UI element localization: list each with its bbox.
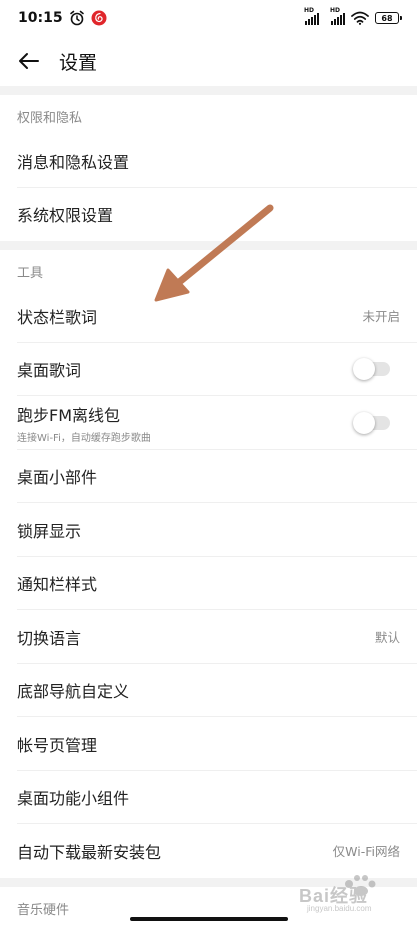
row-value: 仅Wi-Fi网络 <box>332 844 400 860</box>
status-left: 10:15 <box>18 10 107 26</box>
cellular-signal-icon-2: HD <box>330 7 345 25</box>
row-message-privacy-settings[interactable]: 消息和隐私设置 <box>0 134 417 188</box>
status-bar: 10:15 HD HD 68 <box>0 0 417 36</box>
toggle-knob <box>353 411 375 434</box>
row-label: 自动下载最新安装包 <box>17 842 162 862</box>
hd-label: HD <box>304 7 315 14</box>
row-label: 通知栏样式 <box>17 575 98 595</box>
status-right: HD HD 68 <box>304 7 402 25</box>
back-arrow-icon[interactable] <box>16 48 42 74</box>
row-desktop-lyrics: 桌面歌词 <box>0 343 417 397</box>
section-gap <box>0 86 417 95</box>
toggle-knob <box>353 358 375 381</box>
desktop-lyrics-toggle[interactable] <box>353 358 390 381</box>
row-label: 桌面小部件 <box>17 468 98 488</box>
home-indicator[interactable] <box>130 917 288 921</box>
row-lock-screen-display[interactable]: 锁屏显示 <box>0 503 417 557</box>
row-label: 桌面歌词 <box>17 361 82 381</box>
header-bar: 设置 <box>0 36 417 86</box>
row-label: 桌面功能小组件 <box>17 789 130 809</box>
row-value: 默认 <box>374 630 400 646</box>
section-gap <box>0 241 417 250</box>
row-switch-language[interactable]: 切换语言 默认 <box>0 610 417 664</box>
row-sublabel: 连接Wi-Fi，自动缓存跑步歌曲 <box>17 432 151 444</box>
hd-label-2: HD <box>330 7 341 14</box>
alarm-clock-icon <box>69 10 84 26</box>
status-time: 10:15 <box>18 10 63 26</box>
row-auto-download-package[interactable]: 自动下载最新安装包 仅Wi-Fi网络 <box>0 824 417 878</box>
row-running-fm-offline: 跑步FM离线包 连接Wi-Fi，自动缓存跑步歌曲 <box>0 396 417 450</box>
row-label: 切换语言 <box>17 628 82 648</box>
row-label: 状态栏歌词 <box>17 307 98 327</box>
running-fm-offline-toggle[interactable] <box>353 411 390 434</box>
row-label: 系统权限设置 <box>17 206 114 226</box>
row-label: 跑步FM离线包 <box>17 405 121 425</box>
wifi-icon <box>351 11 369 25</box>
row-label-wrap: 跑步FM离线包 连接Wi-Fi，自动缓存跑步歌曲 <box>17 402 151 444</box>
row-label: 帐号页管理 <box>17 735 98 755</box>
section-header-tools: 工具 <box>17 266 44 281</box>
row-system-permission-settings[interactable]: 系统权限设置 <box>0 188 417 242</box>
screen: 10:15 HD HD 68 设置 权限和隐私 消息和隐私设置 系统权限设置 工… <box>0 0 417 928</box>
row-value: 未开启 <box>362 309 400 325</box>
row-account-page-management[interactable]: 帐号页管理 <box>0 717 417 771</box>
row-bottom-nav-customize[interactable]: 底部导航自定义 <box>0 664 417 718</box>
row-desktop-widget[interactable]: 桌面小部件 <box>0 450 417 504</box>
battery-level: 68 <box>381 13 393 23</box>
section-header-privacy: 权限和隐私 <box>17 111 83 126</box>
row-notification-style[interactable]: 通知栏样式 <box>0 557 417 611</box>
cellular-signal-icon-1: HD <box>304 7 319 25</box>
battery-icon: 68 <box>375 12 402 24</box>
section-gap <box>0 877 417 887</box>
row-label: 锁屏显示 <box>17 521 82 541</box>
netease-music-notification-icon <box>91 10 107 26</box>
row-status-bar-lyrics[interactable]: 状态栏歌词 未开启 <box>0 289 417 343</box>
row-label: 底部导航自定义 <box>17 682 130 702</box>
page-title: 设置 <box>59 51 98 74</box>
row-label: 消息和隐私设置 <box>17 152 130 172</box>
settings-list: 权限和隐私 消息和隐私设置 系统权限设置 工具 状态栏歌词 未开启 桌面歌词 跑… <box>0 86 417 926</box>
row-desktop-function-widget[interactable]: 桌面功能小组件 <box>0 771 417 825</box>
